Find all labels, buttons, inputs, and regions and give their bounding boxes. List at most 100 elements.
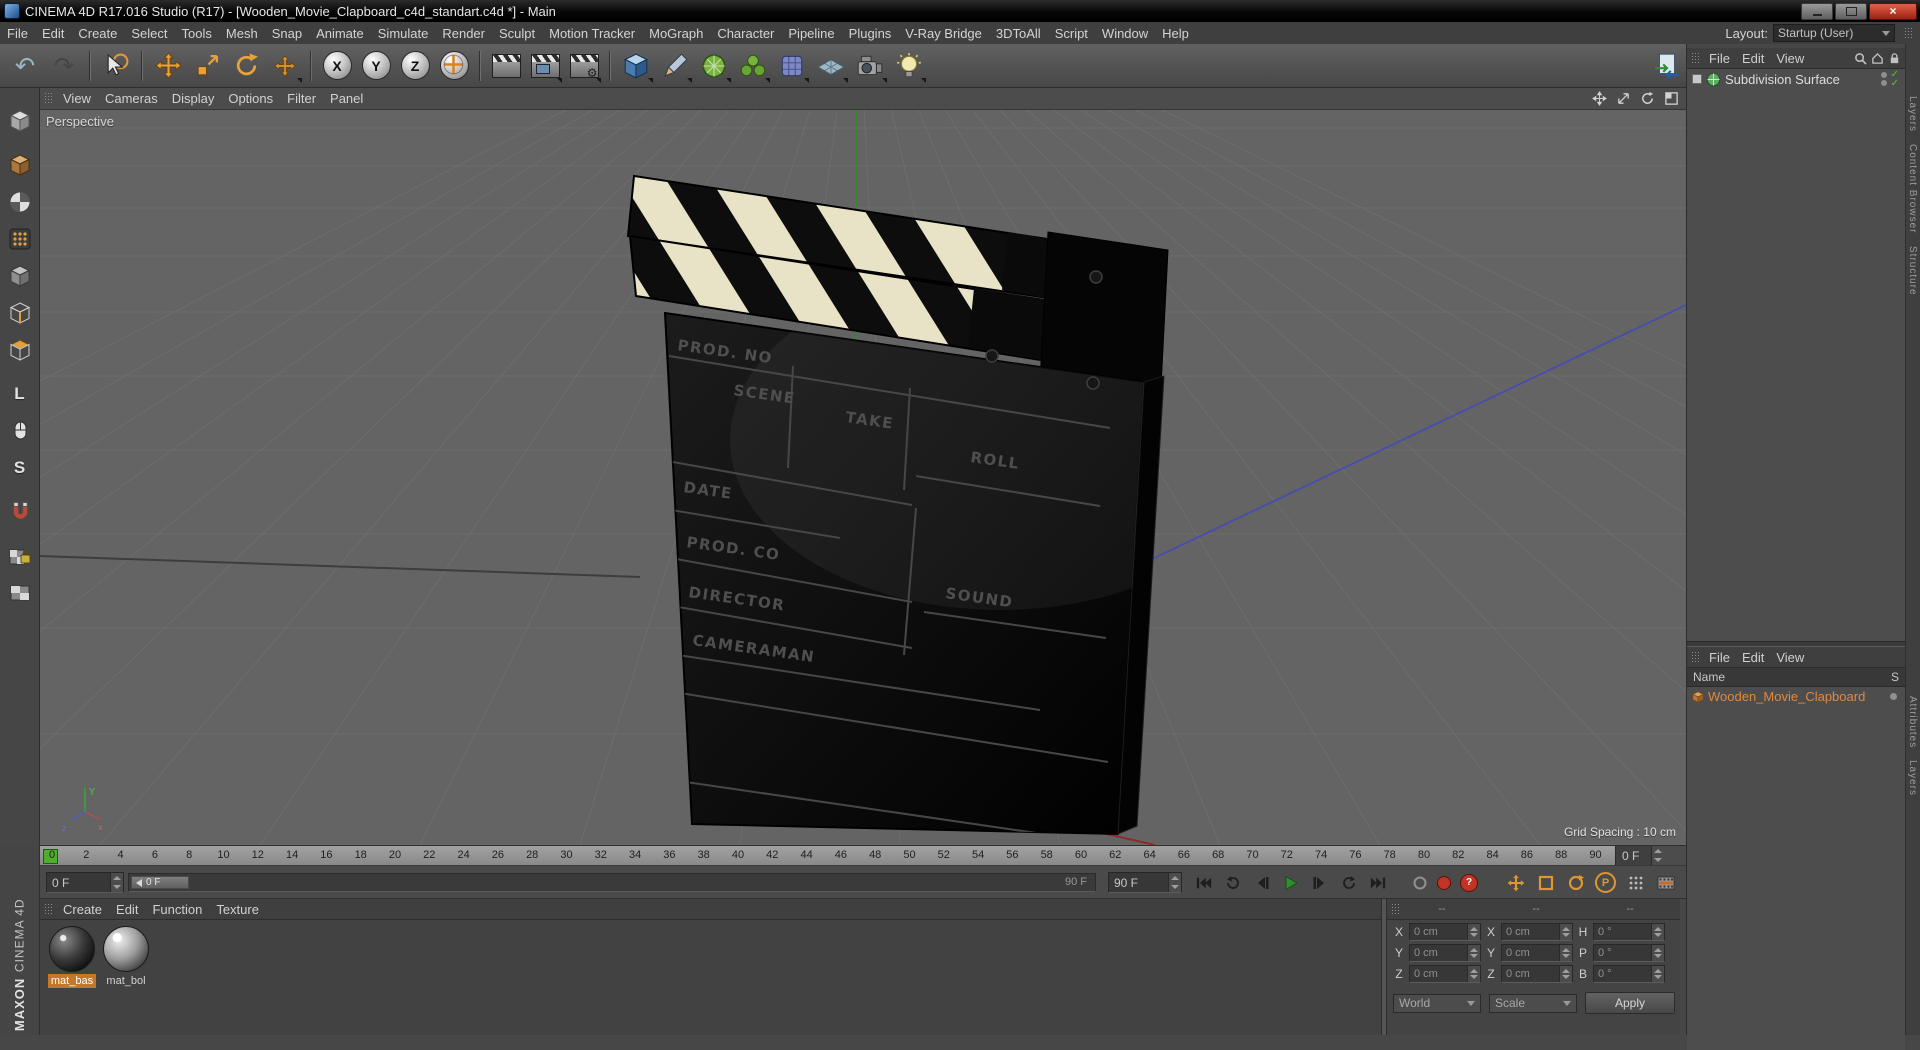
panel-handle[interactable] xyxy=(44,902,52,916)
draw-spline-button[interactable] xyxy=(656,47,694,85)
menubar-item-select[interactable]: Select xyxy=(124,22,174,44)
previous-frame-button[interactable] xyxy=(1248,869,1275,896)
dock-tab-content-browser[interactable]: Content Browser xyxy=(1907,144,1918,233)
object-row[interactable]: Subdivision Surface ✓ ✓ xyxy=(1687,69,1905,89)
viewport-menu-panel[interactable]: Panel xyxy=(323,88,370,109)
menubar-item-3dtoall[interactable]: 3DToAll xyxy=(989,22,1048,44)
menubar-item-simulate[interactable]: Simulate xyxy=(371,22,436,44)
toggle-view-button[interactable] xyxy=(1662,90,1680,108)
material-menu-function[interactable]: Function xyxy=(145,899,209,919)
coord-input[interactable]: 0 cm xyxy=(1409,923,1481,941)
menubar-item-help[interactable]: Help xyxy=(1155,22,1196,44)
menubar-item-render[interactable]: Render xyxy=(435,22,492,44)
goto-start-button[interactable] xyxy=(1190,869,1217,896)
search-icon[interactable] xyxy=(1854,52,1867,65)
viewport-menu-filter[interactable]: Filter xyxy=(280,88,323,109)
coord-input[interactable]: 0 cm xyxy=(1409,965,1481,983)
layer-browser-menu-edit[interactable]: Edit xyxy=(1736,647,1770,667)
menubar-item-plugins[interactable]: Plugins xyxy=(842,22,899,44)
apply-button[interactable]: Apply xyxy=(1585,992,1675,1014)
redo-button[interactable]: ↷ xyxy=(45,47,83,85)
open-timeline-button[interactable] xyxy=(1652,869,1679,896)
recent-tool-button[interactable] xyxy=(266,47,304,85)
goto-end-button[interactable] xyxy=(1364,869,1391,896)
object-manager-menu-file[interactable]: File xyxy=(1703,48,1736,68)
tweak-mode-button[interactable] xyxy=(3,414,37,448)
material-mat_bas[interactable]: mat_bas xyxy=(48,926,96,988)
render-view-button[interactable] xyxy=(487,47,525,85)
layer-browser-menu-file[interactable]: File xyxy=(1703,647,1736,667)
coord-input[interactable]: 0 cm xyxy=(1501,965,1573,983)
spinner[interactable] xyxy=(110,873,123,892)
add-cube-button[interactable] xyxy=(617,47,655,85)
add-light-button[interactable] xyxy=(890,47,928,85)
texture-mode-button[interactable] xyxy=(3,185,37,219)
dock-tab-attributes[interactable]: Attributes xyxy=(1907,696,1918,748)
next-frame-button[interactable] xyxy=(1306,869,1333,896)
spinner[interactable] xyxy=(1559,945,1572,961)
key-rotation-button[interactable] xyxy=(1562,869,1589,896)
panel-handle[interactable] xyxy=(1691,650,1699,664)
add-array-button[interactable] xyxy=(734,47,772,85)
record-button[interactable] xyxy=(1436,875,1452,891)
menubar-item-animate[interactable]: Animate xyxy=(309,22,371,44)
ruler-frame-box[interactable]: 0 F xyxy=(1615,846,1686,865)
coord-input[interactable]: 0 cm xyxy=(1409,944,1481,962)
object-name[interactable]: Subdivision Surface xyxy=(1725,72,1840,87)
play-backwards-button[interactable] xyxy=(1219,869,1246,896)
play-button[interactable] xyxy=(1277,869,1304,896)
menubar-item-snap[interactable]: Snap xyxy=(265,22,309,44)
menubar-item-edit[interactable]: Edit xyxy=(35,22,71,44)
autokey-button[interactable]: ? xyxy=(1460,873,1478,892)
timeline-ruler[interactable]: 0 2 4 6 8 10 12 14 16 18 20 22 24 26 28 30 32 34 36 38 40 42 4… xyxy=(40,845,1686,866)
layer-browser-menu-view[interactable]: View xyxy=(1770,647,1810,667)
lock-x-button[interactable]: X xyxy=(318,47,356,85)
transform-mode-select[interactable]: Scale xyxy=(1489,993,1577,1013)
coord-input[interactable]: 0 ° xyxy=(1593,923,1665,941)
lock-z-button[interactable]: Z xyxy=(396,47,434,85)
coordinate-system-button[interactable] xyxy=(435,47,473,85)
viewport-menu-cameras[interactable]: Cameras xyxy=(98,88,165,109)
rotate-view-button[interactable] xyxy=(1638,90,1656,108)
polygons-mode-button[interactable] xyxy=(3,333,37,367)
spinner[interactable] xyxy=(1559,924,1572,940)
layer-row[interactable]: Wooden_Movie_Clapboard xyxy=(1687,687,1905,706)
menubar-item-mesh[interactable]: Mesh xyxy=(219,22,265,44)
dock-tab-layers[interactable]: Layers xyxy=(1907,96,1918,132)
points-mode-button[interactable] xyxy=(3,222,37,256)
rotate-button[interactable] xyxy=(227,47,265,85)
enabled-check-icon[interactable]: ✓ ✓ xyxy=(1891,70,1899,89)
material-preview[interactable] xyxy=(103,926,149,972)
spinner[interactable] xyxy=(1650,846,1686,865)
snap-toggle-button[interactable] xyxy=(3,495,37,529)
material-menu-texture[interactable]: Texture xyxy=(209,899,266,919)
solo-dot-icon[interactable] xyxy=(1890,693,1897,700)
key-parameter-button[interactable]: P xyxy=(1592,869,1619,896)
menubar-item-window[interactable]: Window xyxy=(1095,22,1155,44)
panel-handle[interactable] xyxy=(1691,51,1699,65)
keyframe-ring-button[interactable] xyxy=(1412,875,1428,891)
clapboard-model[interactable]: PROD. NO SCENE TAKE ROLL DATE PROD. CO D… xyxy=(626,174,1270,842)
material-menu-edit[interactable]: Edit xyxy=(109,899,145,919)
spinner[interactable] xyxy=(1467,924,1480,940)
key-scale-button[interactable] xyxy=(1532,869,1559,896)
visibility-dots-icon[interactable] xyxy=(1880,72,1887,86)
scale-button[interactable] xyxy=(188,47,226,85)
move-button[interactable] xyxy=(149,47,187,85)
key-position-button[interactable] xyxy=(1502,869,1529,896)
bridge-button[interactable] xyxy=(1648,47,1686,85)
dock-tab-layers[interactable]: Layers xyxy=(1907,760,1918,796)
coord-input[interactable]: 0 cm xyxy=(1501,923,1573,941)
material-preview[interactable] xyxy=(49,926,95,972)
coord-input[interactable]: 0 ° xyxy=(1593,965,1665,983)
minimize-button[interactable] xyxy=(1801,2,1833,20)
spinner[interactable] xyxy=(1559,966,1572,982)
timeline-scrubber[interactable]: 0 F 90 F xyxy=(128,873,1096,892)
menubar-item-pipeline[interactable]: Pipeline xyxy=(781,22,841,44)
make-editable-button[interactable] xyxy=(3,104,37,138)
render-picture-viewer-button[interactable] xyxy=(526,47,564,85)
panel-handle[interactable] xyxy=(44,92,52,105)
spinner[interactable] xyxy=(1651,966,1664,982)
maximize-button[interactable] xyxy=(1835,2,1867,20)
dock-tab-structure[interactable]: Structure xyxy=(1907,246,1918,296)
